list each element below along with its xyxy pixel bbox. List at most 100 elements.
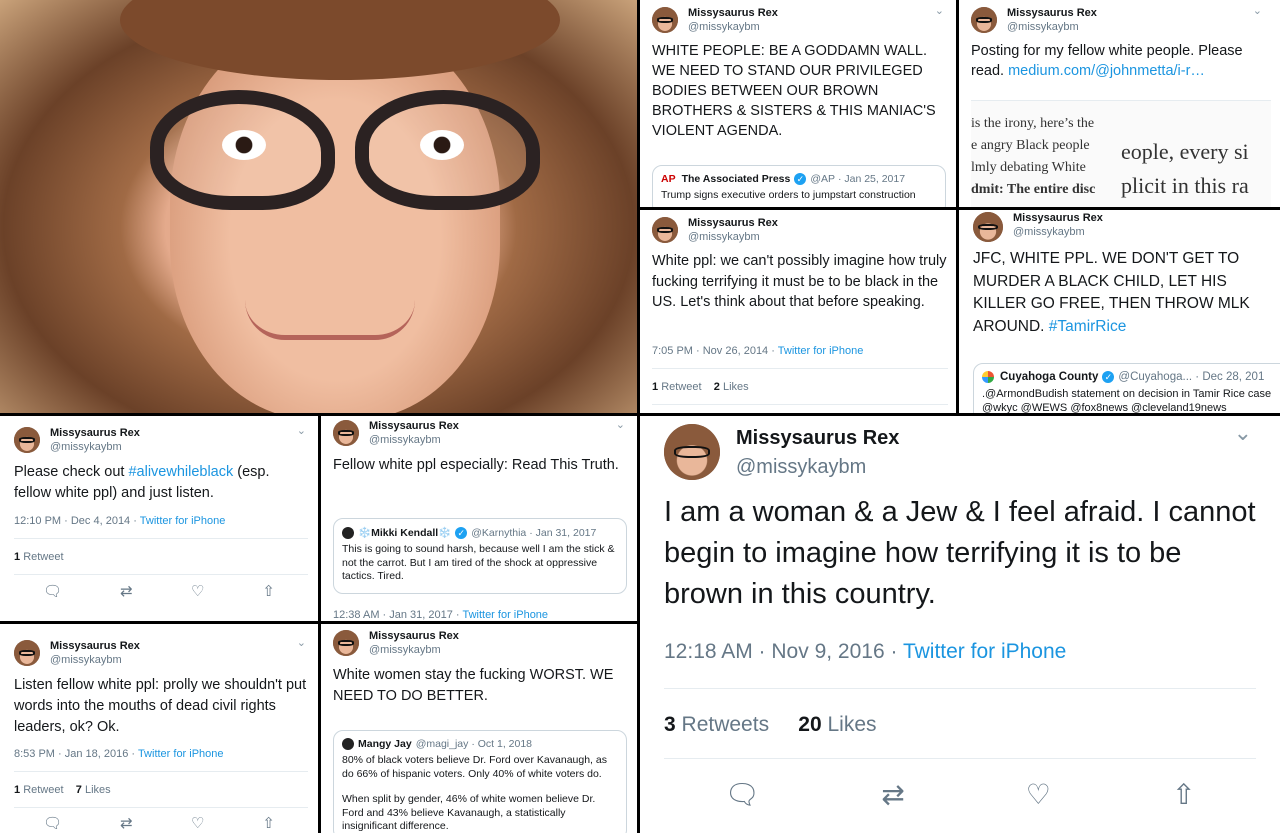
likes-link[interactable]: Likes [85, 784, 111, 796]
quoted-tweet[interactable]: ❄️Mikki Kendall❄️ ✓ @Karnythia · Jan 31, 2… [333, 518, 627, 594]
tweet-card-6[interactable]: Missysaurus Rex @missykaybm ⌄ Fellow whit… [321, 416, 637, 621]
tweet-card-5[interactable]: Missysaurus Rex @missykaybm ⌄ Please chec… [0, 416, 318, 621]
tweet-card-4[interactable]: Missysaurus Rex @missykaybm JFC, WHITE PP… [959, 210, 1280, 413]
link-card-image[interactable]: is the irony, here’s the e angry Black pe… [971, 100, 1271, 207]
handle[interactable]: @missykaybm [736, 455, 899, 480]
chevron-down-icon[interactable]: ⌄ [1253, 4, 1262, 17]
tweet-card-2[interactable]: Missysaurus Rex @missykaybm ⌄ Posting for… [959, 0, 1280, 207]
quote-handle: @Karnythia [471, 526, 527, 539]
handle[interactable]: @missykaybm [688, 21, 778, 35]
quote-text: Trump signs executive orders to jumpstar… [661, 189, 916, 201]
tweet-text: JFC, WHITE PPL. WE DON'T GET TO MURDER A… [973, 248, 1277, 338]
share-icon[interactable]: ⇧ [1172, 778, 1195, 811]
divider [652, 404, 948, 405]
quoted-tweet[interactable]: Mangy Jay @magi_jay · Oct 1, 2018 80% of … [333, 730, 627, 833]
likes-link[interactable]: Likes [723, 381, 749, 393]
client-link[interactable]: Twitter for iPhone [903, 640, 1066, 663]
quote-avatar [342, 526, 354, 539]
tweet-header: Missysaurus Rex @missykaybm [652, 7, 778, 35]
display-name[interactable]: Missysaurus Rex [688, 217, 778, 231]
avatar[interactable] [652, 217, 678, 243]
tweet-timestamp: 8:53 PM · Jan 18, 2016 · Twitter for iPh… [14, 748, 224, 760]
tweet-text: Listen fellow white ppl: prolly we shoul… [14, 677, 307, 735]
heart-icon[interactable]: ♡ [1026, 778, 1051, 811]
avatar[interactable] [652, 7, 678, 33]
handle[interactable]: @missykaybm [1007, 21, 1097, 35]
tweet-header: Missysaurus Rex @missykaybm [971, 7, 1097, 35]
display-name[interactable]: Missysaurus Rex [736, 426, 899, 451]
handle[interactable]: @missykaybm [1013, 226, 1103, 240]
tweet-header: Missysaurus Rex @missykaybm [333, 420, 459, 448]
chevron-down-icon[interactable]: ⌄ [935, 4, 944, 17]
handle[interactable]: @missykaybm [369, 434, 459, 448]
tweet-card-1[interactable]: Missysaurus Rex @missykaybm ⌄ WHITE PEOPL… [640, 0, 956, 207]
hashtag-link[interactable]: #alivewhileblack [128, 464, 233, 480]
tweet-card-3[interactable]: Missysaurus Rex @missykaybm White ppl: we… [640, 210, 956, 413]
avatar[interactable] [973, 212, 1003, 242]
tweet-card-9[interactable]: Missysaurus Rex @missykaybm ⌄ I am a woma… [640, 416, 1280, 833]
tweet-timestamp: 12:10 PM · Dec 4, 2014 · Twitter for iPh… [14, 515, 226, 527]
retweets-link[interactable]: Retweet [23, 551, 63, 563]
display-name[interactable]: Missysaurus Rex [1007, 7, 1097, 21]
chevron-down-icon[interactable]: ⌄ [297, 636, 306, 649]
avatar[interactable] [971, 7, 997, 33]
heart-icon[interactable]: ♡ [191, 814, 204, 832]
display-name[interactable]: Missysaurus Rex [688, 7, 778, 21]
tweet-card-8[interactable]: Missysaurus Rex @missykaybm White women s… [321, 624, 637, 833]
display-name[interactable]: Missysaurus Rex [50, 640, 140, 654]
share-icon[interactable]: ⇧ [262, 814, 275, 832]
ap-logo-icon: AP [661, 173, 676, 185]
client-link[interactable]: Twitter for iPhone [778, 345, 864, 357]
tweet-stats: 3 Retweets 20 Likes [664, 713, 877, 736]
quote-name: Mangy Jay [358, 738, 412, 750]
handle[interactable]: @missykaybm [369, 644, 459, 658]
divider [14, 771, 308, 772]
hair-bangs [120, 0, 560, 80]
handle[interactable]: @missykaybm [50, 441, 140, 455]
article-link[interactable]: medium.com/@johnmetta/i-r… [1008, 63, 1205, 79]
tweet-timestamp: 12:38 AM · Jan 31, 2017 · Twitter for iP… [333, 609, 549, 621]
retweets-link[interactable]: Retweets [682, 713, 770, 736]
tweet-card-7[interactable]: Missysaurus Rex @missykaybm ⌄ Listen fell… [0, 624, 318, 833]
tweet-text: WHITE PEOPLE: BE A GODDAMN WALL. WE NEED… [652, 43, 936, 139]
tweet-text: White ppl: we can't possibly imagine how… [652, 253, 947, 310]
retweets-link[interactable]: Retweet [661, 381, 701, 393]
avatar[interactable] [333, 630, 359, 656]
quote-name: Cuyahoga County [1000, 371, 1099, 383]
divider [14, 807, 308, 808]
tweet-actions: 🗨 ⇄ ♡ ⇧ [14, 814, 304, 832]
client-link[interactable]: Twitter for iPhone [138, 748, 224, 760]
avatar[interactable] [14, 640, 40, 666]
likes-link[interactable]: Likes [827, 713, 876, 736]
quoted-tweet[interactable]: AP The Associated Press ✓ @AP · Jan 25, 201… [652, 165, 946, 207]
heart-icon[interactable]: ♡ [191, 582, 204, 600]
share-icon[interactable]: ⇧ [262, 582, 275, 600]
tweet-timestamp: 7:05 PM · Nov 26, 2014 · Twitter for iPh… [652, 345, 864, 357]
display-name[interactable]: Missysaurus Rex [50, 427, 140, 441]
client-link[interactable]: Twitter for iPhone [140, 515, 226, 527]
avatar[interactable] [664, 424, 720, 480]
retweets-link[interactable]: Retweet [23, 784, 63, 796]
smile [245, 300, 415, 340]
divider [664, 688, 1256, 689]
chevron-down-icon[interactable]: ⌄ [1234, 420, 1252, 446]
display-name[interactable]: Missysaurus Rex [1013, 212, 1103, 226]
client-link[interactable]: Twitter for iPhone [462, 609, 548, 621]
avatar[interactable] [14, 427, 40, 453]
avatar[interactable] [333, 420, 359, 446]
display-name[interactable]: Missysaurus Rex [369, 630, 459, 644]
retweet-icon[interactable]: ⇄ [120, 814, 133, 832]
cuyahoga-logo-icon [982, 371, 994, 383]
retweet-icon[interactable]: ⇄ [120, 582, 133, 600]
quoted-tweet[interactable]: Cuyahoga County ✓ @Cuyahoga... · Dec 28, 2… [973, 363, 1280, 413]
hashtag-link[interactable]: #TamirRice [1049, 318, 1127, 335]
handle[interactable]: @missykaybm [50, 654, 140, 668]
handle[interactable]: @missykaybm [688, 231, 778, 245]
chevron-down-icon[interactable]: ⌄ [616, 418, 625, 431]
chevron-down-icon[interactable]: ⌄ [297, 424, 306, 437]
reply-icon[interactable]: 🗨 [725, 778, 761, 811]
display-name[interactable]: Missysaurus Rex [369, 420, 459, 434]
retweet-icon[interactable]: ⇄ [881, 778, 904, 811]
reply-icon[interactable]: 🗨 [43, 814, 62, 832]
reply-icon[interactable]: 🗨 [43, 582, 62, 600]
